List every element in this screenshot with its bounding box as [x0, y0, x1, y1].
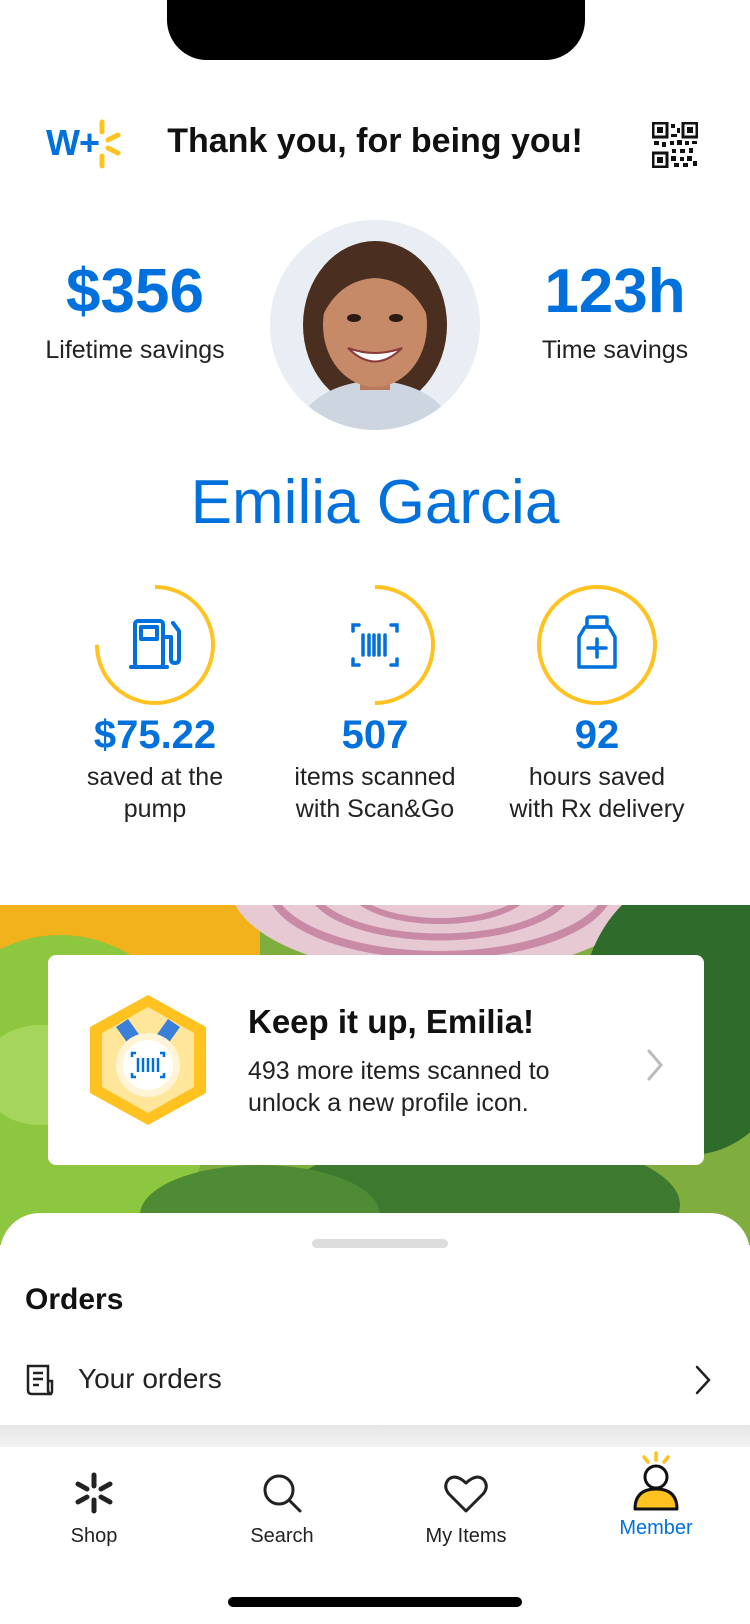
tab-shop[interactable]: Shop [0, 1447, 188, 1567]
home-indicator [228, 1597, 522, 1607]
lifetime-savings-stat: $356 Lifetime savings [25, 255, 245, 366]
time-savings-stat: 123h Time savings [505, 255, 725, 366]
medicine-bottle-icon [577, 615, 617, 669]
chevron-right-icon [647, 1049, 663, 1081]
orders-heading: Orders [25, 1283, 124, 1316]
progress-ring [315, 585, 435, 705]
fuel-savings-value: $75.22 [93, 713, 217, 757]
brand-text: W+ [46, 122, 100, 163]
tab-label: Shop [70, 1525, 118, 1547]
lifetime-savings-value: $356 [66, 257, 204, 326]
medal-badge-icon [90, 995, 206, 1125]
fuel-savings-badge[interactable]: $75.22 saved at the pump [40, 583, 270, 825]
receipt-icon [26, 1364, 54, 1396]
section-divider [0, 1425, 750, 1447]
promo-text: 493 more items scanned to unlock a new p… [248, 1057, 550, 1117]
tab-search[interactable]: Search [188, 1447, 376, 1567]
profile-photo [270, 220, 480, 430]
time-savings-label: Time savings [541, 336, 689, 364]
progress-ring [95, 585, 215, 705]
scan-and-go-label: items scanned with Scan&Go [294, 763, 456, 823]
scan-and-go-badge[interactable]: 507 items scanned with Scan&Go [260, 583, 490, 825]
qr-code-icon[interactable] [652, 122, 698, 168]
tab-label: Member [619, 1517, 693, 1539]
avatar[interactable] [270, 220, 480, 430]
member-name: Emilia Garcia [190, 468, 560, 537]
fuel-savings-label: saved at the pump [86, 763, 224, 823]
tab-label: My Items [425, 1525, 507, 1547]
page-title: Thank you, for being you! [167, 122, 583, 160]
fuel-pump-icon [129, 619, 181, 669]
promo-card[interactable]: Keep it up, Emilia! 493 more items scann… [48, 955, 704, 1165]
promo-title: Keep it up, Emilia! [248, 1003, 535, 1040]
rx-delivery-label: hours saved with Rx delivery [509, 763, 685, 823]
heart-icon [444, 1475, 488, 1513]
walmart-plus-logo: W+ [46, 116, 121, 172]
time-savings-value: 123h [544, 257, 686, 326]
progress-ring [537, 585, 657, 705]
tab-member[interactable]: Member [562, 1447, 750, 1567]
header: W+ Thank you, for being you! [0, 110, 750, 180]
sheet-drag-handle[interactable] [312, 1239, 448, 1248]
orders-sheet: Orders Your orders [0, 1213, 750, 1443]
barcode-scan-icon [351, 623, 399, 667]
your-orders-label: Your orders [78, 1363, 222, 1394]
tab-my-items[interactable]: My Items [372, 1447, 560, 1567]
member-icon [633, 1451, 679, 1511]
chevron-right-icon [695, 1365, 711, 1395]
scan-and-go-value: 507 [341, 713, 409, 757]
search-icon [263, 1474, 302, 1513]
lifetime-savings-label: Lifetime savings [45, 336, 225, 364]
tab-label: Search [250, 1525, 314, 1547]
spark-icon [75, 1472, 113, 1514]
rx-delivery-badge[interactable]: 92 hours saved with Rx delivery [482, 583, 712, 825]
rx-delivery-value: 92 [574, 713, 620, 757]
your-orders-row[interactable]: Your orders [0, 1343, 750, 1413]
device-notch [167, 0, 585, 60]
